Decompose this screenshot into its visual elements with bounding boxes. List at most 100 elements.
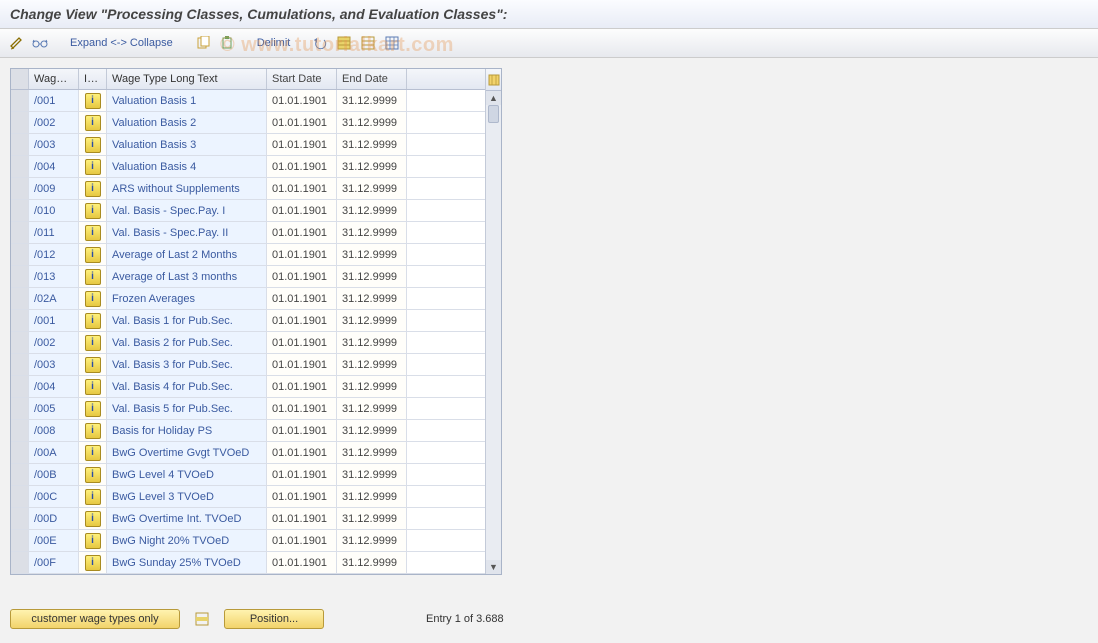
cell-start-date[interactable]: 01.01.1901 [267, 310, 337, 331]
row-selector[interactable] [11, 376, 29, 397]
row-selector[interactable] [11, 508, 29, 529]
info-icon[interactable]: i [85, 335, 101, 351]
row-selector[interactable] [11, 90, 29, 111]
cell-long-text[interactable]: Valuation Basis 2 [107, 112, 267, 133]
cell-long-text[interactable]: Val. Basis - Spec.Pay. II [107, 222, 267, 243]
cell-start-date[interactable]: 01.01.1901 [267, 332, 337, 353]
info-icon[interactable]: i [85, 93, 101, 109]
cell-start-date[interactable]: 01.01.1901 [267, 442, 337, 463]
row-selector[interactable] [11, 464, 29, 485]
cell-long-text[interactable]: BwG Night 20% TVOeD [107, 530, 267, 551]
expand-collapse-button[interactable]: Expand <-> Collapse [64, 35, 179, 51]
cell-end-date[interactable]: 31.12.9999 [337, 376, 407, 397]
cell-long-text[interactable]: Val. Basis 5 for Pub.Sec. [107, 398, 267, 419]
position-select-icon[interactable] [192, 609, 212, 629]
cell-end-date[interactable]: 31.12.9999 [337, 354, 407, 375]
info-icon[interactable]: i [85, 423, 101, 439]
cell-wage-type[interactable]: /011 [29, 222, 79, 243]
cell-wage-type[interactable]: /00D [29, 508, 79, 529]
info-icon[interactable]: i [85, 291, 101, 307]
info-icon[interactable]: i [85, 181, 101, 197]
row-selector[interactable] [11, 244, 29, 265]
clipboard-icon[interactable] [217, 33, 237, 53]
row-selector[interactable] [11, 530, 29, 551]
info-icon[interactable]: i [85, 555, 101, 571]
cell-start-date[interactable]: 01.01.1901 [267, 90, 337, 111]
cell-start-date[interactable]: 01.01.1901 [267, 112, 337, 133]
info-icon[interactable]: i [85, 225, 101, 241]
cell-wage-type[interactable]: /012 [29, 244, 79, 265]
cell-start-date[interactable]: 01.01.1901 [267, 244, 337, 265]
cell-start-date[interactable]: 01.01.1901 [267, 464, 337, 485]
cell-start-date[interactable]: 01.01.1901 [267, 134, 337, 155]
cell-end-date[interactable]: 31.12.9999 [337, 266, 407, 287]
delimit-button[interactable]: Delimit [251, 35, 297, 51]
col-selector[interactable] [11, 69, 29, 89]
cell-wage-type[interactable]: /00A [29, 442, 79, 463]
cell-long-text[interactable]: BwG Level 3 TVOeD [107, 486, 267, 507]
cell-start-date[interactable]: 01.01.1901 [267, 420, 337, 441]
cell-start-date[interactable]: 01.01.1901 [267, 156, 337, 177]
vertical-scrollbar[interactable]: ▲ ▼ [485, 69, 501, 574]
cell-wage-type[interactable]: /001 [29, 310, 79, 331]
row-selector[interactable] [11, 178, 29, 199]
info-icon[interactable]: i [85, 511, 101, 527]
info-icon[interactable]: i [85, 115, 101, 131]
row-selector[interactable] [11, 420, 29, 441]
row-selector[interactable] [11, 266, 29, 287]
row-selector[interactable] [11, 310, 29, 331]
info-icon[interactable]: i [85, 533, 101, 549]
cell-end-date[interactable]: 31.12.9999 [337, 398, 407, 419]
cell-start-date[interactable]: 01.01.1901 [267, 222, 337, 243]
cell-end-date[interactable]: 31.12.9999 [337, 134, 407, 155]
cell-long-text[interactable]: Val. Basis 2 for Pub.Sec. [107, 332, 267, 353]
row-selector[interactable] [11, 354, 29, 375]
cell-wage-type[interactable]: /010 [29, 200, 79, 221]
cell-long-text[interactable]: BwG Sunday 25% TVOeD [107, 552, 267, 573]
cell-long-text[interactable]: Val. Basis 1 for Pub.Sec. [107, 310, 267, 331]
row-selector[interactable] [11, 222, 29, 243]
glasses-icon[interactable] [30, 33, 50, 53]
info-icon[interactable]: i [85, 379, 101, 395]
cell-start-date[interactable]: 01.01.1901 [267, 288, 337, 309]
row-selector[interactable] [11, 442, 29, 463]
cell-start-date[interactable]: 01.01.1901 [267, 398, 337, 419]
cell-long-text[interactable]: Valuation Basis 3 [107, 134, 267, 155]
toggle-change-icon[interactable] [6, 33, 26, 53]
cell-end-date[interactable]: 31.12.9999 [337, 552, 407, 573]
cell-wage-type[interactable]: /00C [29, 486, 79, 507]
cell-long-text[interactable]: ARS without Supplements [107, 178, 267, 199]
cell-wage-type[interactable]: /004 [29, 156, 79, 177]
info-icon[interactable]: i [85, 401, 101, 417]
info-icon[interactable]: i [85, 203, 101, 219]
cell-end-date[interactable]: 31.12.9999 [337, 310, 407, 331]
col-info[interactable]: Inf... [79, 69, 107, 89]
col-wage-type[interactable]: Wage Ty... [29, 69, 79, 89]
cell-wage-type[interactable]: /00E [29, 530, 79, 551]
cell-end-date[interactable]: 31.12.9999 [337, 90, 407, 111]
scroll-down-icon[interactable]: ▼ [486, 560, 501, 574]
cell-end-date[interactable]: 31.12.9999 [337, 178, 407, 199]
cell-end-date[interactable]: 31.12.9999 [337, 244, 407, 265]
deselect-all-icon[interactable] [358, 33, 378, 53]
cell-end-date[interactable]: 31.12.9999 [337, 530, 407, 551]
row-selector[interactable] [11, 552, 29, 573]
cell-wage-type[interactable]: /008 [29, 420, 79, 441]
cell-wage-type[interactable]: /003 [29, 134, 79, 155]
cell-wage-type[interactable]: /00F [29, 552, 79, 573]
customer-wage-types-button[interactable]: customer wage types only [10, 609, 180, 629]
cell-end-date[interactable]: 31.12.9999 [337, 508, 407, 529]
cell-wage-type[interactable]: /004 [29, 376, 79, 397]
cell-end-date[interactable]: 31.12.9999 [337, 486, 407, 507]
cell-start-date[interactable]: 01.01.1901 [267, 200, 337, 221]
cell-end-date[interactable]: 31.12.9999 [337, 288, 407, 309]
info-icon[interactable]: i [85, 357, 101, 373]
info-icon[interactable]: i [85, 445, 101, 461]
row-selector[interactable] [11, 288, 29, 309]
scroll-up-icon[interactable]: ▲ [486, 91, 501, 105]
cell-long-text[interactable]: Val. Basis 3 for Pub.Sec. [107, 354, 267, 375]
cell-end-date[interactable]: 31.12.9999 [337, 156, 407, 177]
cell-long-text[interactable]: Val. Basis - Spec.Pay. I [107, 200, 267, 221]
cell-end-date[interactable]: 31.12.9999 [337, 464, 407, 485]
table-settings-icon[interactable] [382, 33, 402, 53]
